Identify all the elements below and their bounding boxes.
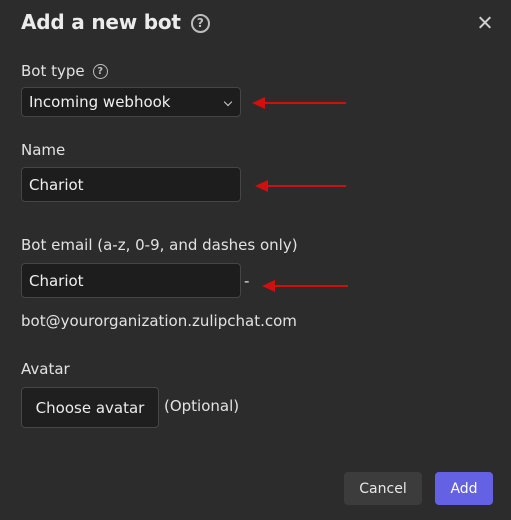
email-separator: - xyxy=(244,272,250,290)
bot-type-select[interactable]: Incoming webhook xyxy=(21,87,241,117)
arrow-head-icon xyxy=(252,97,265,109)
bot-type-label-row: Bot type ? xyxy=(21,62,108,80)
avatar-optional-note: (Optional) xyxy=(164,397,240,415)
bot-email-input[interactable]: Chariot xyxy=(21,263,241,298)
choose-avatar-button[interactable]: Choose avatar xyxy=(21,387,159,428)
help-icon[interactable]: ? xyxy=(190,13,210,33)
close-icon[interactable] xyxy=(476,14,494,32)
annotation-arrow-bot-type xyxy=(252,95,346,111)
cancel-button[interactable]: Cancel xyxy=(344,472,422,505)
bot-email-label: Bot email (a-z, 0-9, and dashes only) xyxy=(21,236,298,254)
bot-type-selected-value: Incoming webhook xyxy=(29,93,171,111)
bot-type-label: Bot type xyxy=(21,62,85,80)
avatar-label: Avatar xyxy=(21,360,70,378)
add-bot-modal: Add a new bot ? Bot type ? Incoming webh… xyxy=(0,0,511,520)
email-domain: bot@yourorganization.zulipchat.com xyxy=(21,312,297,330)
bot-email-input-value: Chariot xyxy=(29,271,84,290)
arrow-shaft xyxy=(265,185,346,187)
arrow-head-icon xyxy=(255,180,268,192)
name-label: Name xyxy=(21,141,66,159)
arrow-head-icon xyxy=(262,280,275,292)
name-input-value: Chariot xyxy=(29,175,84,194)
modal-header: Add a new bot ? xyxy=(21,10,210,34)
modal-title: Add a new bot xyxy=(21,10,181,34)
arrow-shaft xyxy=(262,102,346,104)
add-button[interactable]: Add xyxy=(435,472,493,505)
name-input[interactable]: Chariot xyxy=(21,167,241,202)
arrow-shaft xyxy=(272,285,348,287)
annotation-arrow-email xyxy=(262,278,348,294)
annotation-arrow-name xyxy=(255,178,346,194)
bot-type-help-icon[interactable]: ? xyxy=(92,63,108,79)
chevron-down-icon xyxy=(223,97,233,107)
